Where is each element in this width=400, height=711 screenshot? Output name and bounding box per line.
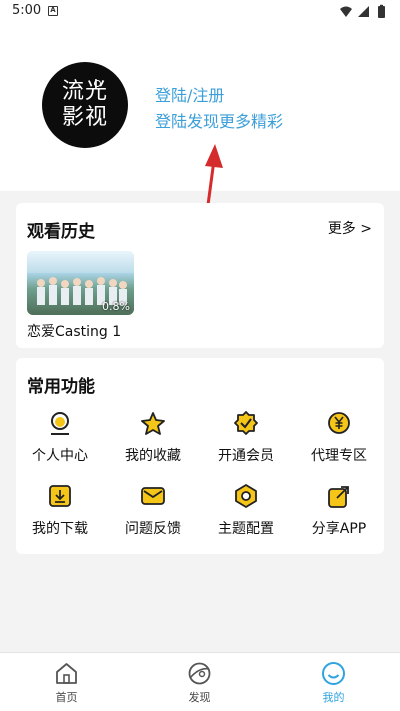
nav-label: 发现 <box>188 691 211 704</box>
history-title: 观看历史 <box>27 222 95 242</box>
feature-label: 个人中心 <box>32 448 88 464</box>
status-bar: 5:00 A <box>0 0 400 24</box>
feature-label: 分享APP <box>311 521 367 537</box>
nav-discover[interactable]: 发现 <box>133 653 266 711</box>
feature-label: 主题配置 <box>218 521 274 537</box>
vip-badge-icon <box>234 411 258 435</box>
feature-agent-zone[interactable]: 代理专区 <box>299 411 379 471</box>
yuan-icon <box>328 412 350 434</box>
features-title: 常用功能 <box>27 377 95 397</box>
login-subtitle[interactable]: 登陆发现更多精彩 <box>155 108 283 132</box>
history-more-link[interactable]: 更多 > <box>328 218 372 238</box>
status-time: 5:00 <box>12 3 42 18</box>
common-features-card: 常用功能 个人中心 我的收藏 开通会员 代理专区 我的下载 问题反馈 主题配置 … <box>16 358 384 554</box>
feature-label: 我的下载 <box>32 521 88 537</box>
person-icon <box>51 412 69 435</box>
login-register-link[interactable]: 登陆/注册 <box>155 82 224 106</box>
star-icon <box>141 412 165 435</box>
history-thumbnail[interactable]: 0.8% <box>27 251 134 315</box>
feature-feedback[interactable]: 问题反馈 <box>113 484 193 544</box>
avatar[interactable]: 流光 影视 <box>42 62 128 148</box>
signal-icon <box>358 6 369 17</box>
battery-icon <box>378 6 385 18</box>
nav-home[interactable]: 首页 <box>0 653 133 711</box>
feature-label: 开通会员 <box>218 448 274 464</box>
feature-share-app[interactable]: 分享APP <box>299 484 379 544</box>
notification-icon: A <box>48 6 58 16</box>
discover-icon <box>188 662 211 685</box>
home-icon <box>56 663 77 684</box>
nav-label: 首页 <box>55 691 78 704</box>
share-icon <box>328 486 349 508</box>
feature-label: 代理专区 <box>311 448 367 464</box>
feature-vip[interactable]: 开通会员 <box>206 411 286 471</box>
nav-mine[interactable]: 我的 <box>267 653 400 711</box>
thumbnail-sky <box>27 251 134 273</box>
feature-label: 问题反馈 <box>125 521 181 537</box>
avatar-logo-dot <box>94 80 101 87</box>
feature-personal-center[interactable]: 个人中心 <box>20 411 100 471</box>
wifi-icon <box>340 6 352 17</box>
bottom-nav: 首页 发现 我的 <box>0 652 400 711</box>
download-icon <box>49 485 71 507</box>
theme-icon <box>235 484 257 508</box>
feature-my-downloads[interactable]: 我的下载 <box>20 484 100 544</box>
feature-label: 我的收藏 <box>125 448 181 464</box>
feature-my-favorites[interactable]: 我的收藏 <box>113 411 193 471</box>
avatar-logo-line-1: 流光 <box>61 79 108 104</box>
status-icons <box>340 4 385 18</box>
feature-theme[interactable]: 主题配置 <box>206 484 286 544</box>
mail-icon <box>141 487 165 505</box>
avatar-logo-line-2: 影视 <box>61 105 108 130</box>
history-item-name[interactable]: 恋爱Casting 1 <box>27 321 121 341</box>
watch-history-card: 观看历史 更多 > 0.8% 恋爱Casting 1 <box>16 203 384 348</box>
profile-smile-icon <box>322 662 345 685</box>
avatar-logo: 流光 影视 <box>42 62 128 148</box>
history-progress: 0.8% <box>102 300 130 313</box>
nav-label: 我的 <box>322 691 345 704</box>
